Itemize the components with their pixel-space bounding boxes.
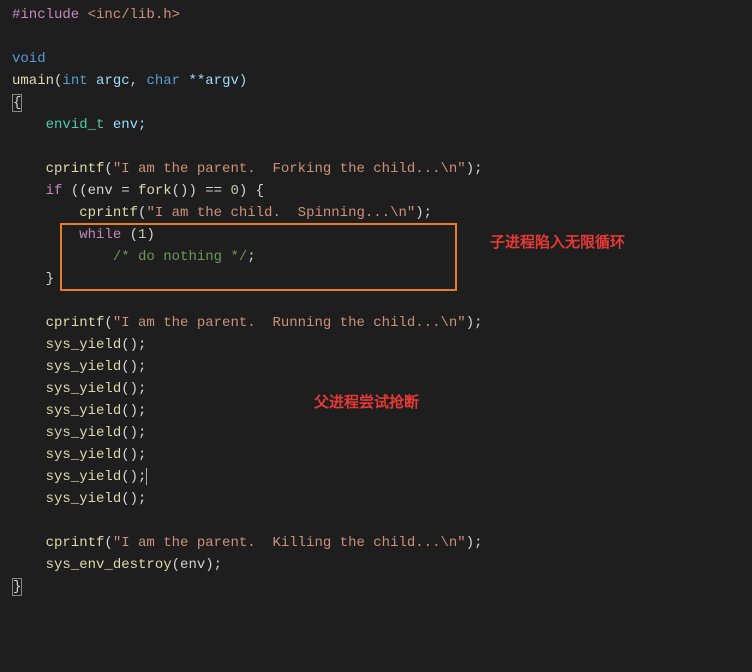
code-line: while (1) — [12, 224, 752, 246]
func-call: sys_yield — [46, 359, 122, 375]
code-line: sys_yield(); — [12, 356, 752, 378]
code-line: sys_env_destroy(env); — [12, 554, 752, 576]
comment: /* do nothing */ — [113, 249, 247, 265]
func-call: sys_yield — [46, 403, 122, 419]
code-line: sys_yield(); — [12, 444, 752, 466]
func-call: sys_yield — [46, 381, 122, 397]
code-line: sys_yield(); — [12, 488, 752, 510]
func-call: sys_yield — [46, 447, 122, 463]
code-line — [12, 26, 752, 48]
brace-close: } — [12, 578, 22, 596]
code-line: cprintf("I am the parent. Forking the ch… — [12, 158, 752, 180]
func-call: cprintf — [46, 315, 105, 331]
preproc: #include — [12, 7, 79, 23]
code-line: /* do nothing */; — [12, 246, 752, 268]
code-line: if ((env = fork()) == 0) { — [12, 180, 752, 202]
code-line: sys_yield(); — [12, 466, 752, 488]
keyword: while — [79, 227, 121, 243]
code-line: } — [12, 576, 752, 598]
code-line: } — [12, 268, 752, 290]
annotation-parent: 父进程尝试抢断 — [314, 392, 419, 414]
type: envid_t — [46, 117, 105, 133]
string: "I am the parent. Killing the child...\n… — [113, 535, 466, 551]
func-call: cprintf — [46, 161, 105, 177]
brace-open: { — [12, 94, 22, 112]
code-line — [12, 510, 752, 532]
keyword: void — [12, 51, 46, 67]
code-line: cprintf("I am the parent. Running the ch… — [12, 312, 752, 334]
func-call: fork — [138, 183, 172, 199]
code-line: sys_yield(); — [12, 334, 752, 356]
code-block: #include <inc/lib.h> void umain(int argc… — [12, 4, 752, 598]
func-name: umain — [12, 73, 54, 89]
code-line: cprintf("I am the child. Spinning...\n")… — [12, 202, 752, 224]
func-call: sys_yield — [46, 469, 122, 485]
code-line: #include <inc/lib.h> — [12, 4, 752, 26]
include-path: <inc/lib.h> — [79, 7, 180, 23]
code-line: sys_yield(); — [12, 422, 752, 444]
keyword: int — [62, 73, 87, 89]
code-line: umain(int argc, char **argv) — [12, 70, 752, 92]
code-line — [12, 136, 752, 158]
string: "I am the child. Spinning...\n" — [146, 205, 415, 221]
keyword: if — [46, 183, 63, 199]
func-call: cprintf — [79, 205, 138, 221]
func-call: sys_yield — [46, 491, 122, 507]
code-line: void — [12, 48, 752, 70]
func-call: cprintf — [46, 535, 105, 551]
text-cursor — [146, 468, 147, 485]
annotation-child: 子进程陷入无限循环 — [490, 232, 625, 254]
code-line: cprintf("I am the parent. Killing the ch… — [12, 532, 752, 554]
string: "I am the parent. Running the child...\n… — [113, 315, 466, 331]
func-call: sys_env_destroy — [46, 557, 172, 573]
code-line — [12, 290, 752, 312]
func-call: sys_yield — [46, 337, 122, 353]
string: "I am the parent. Forking the child...\n… — [113, 161, 466, 177]
keyword: char — [146, 73, 180, 89]
func-call: sys_yield — [46, 425, 122, 441]
code-line: envid_t env; — [12, 114, 752, 136]
code-line: { — [12, 92, 752, 114]
